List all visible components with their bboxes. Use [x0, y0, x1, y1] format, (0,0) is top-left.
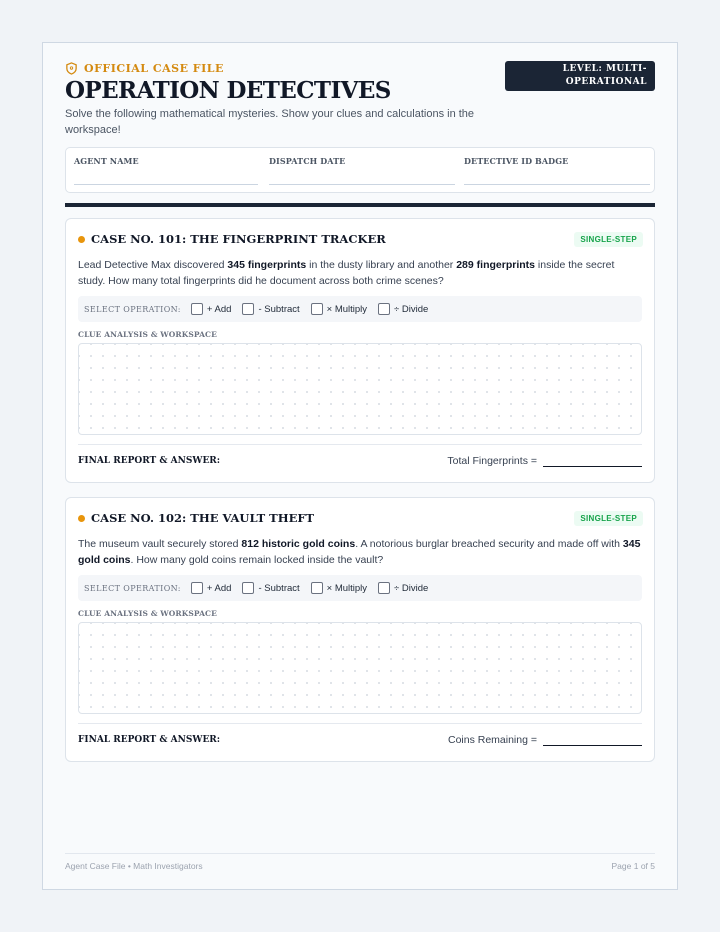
op-divide-label: ÷ Divide	[394, 303, 429, 315]
problem-text: The museum vault securely stored	[78, 538, 242, 550]
checkbox[interactable]	[242, 303, 255, 315]
problem-text: in the dusty library and another	[306, 259, 457, 271]
checkbox[interactable]	[378, 303, 391, 315]
case-card: CASE NO. 101: THE FINGERPRINT TRACKER SI…	[65, 218, 655, 483]
dispatch-date-label: DISPATCH DATE	[269, 156, 346, 166]
level-badge-line2: OPERATIONAL	[565, 77, 647, 87]
checkbox[interactable]	[310, 582, 323, 594]
case-file-eyebrow: OFFICIAL CASE FILE	[65, 62, 224, 75]
case-bullet-icon	[78, 235, 85, 243]
footer-divider	[65, 853, 655, 854]
case-title: CASE NO. 102: THE VAULT THEFT	[91, 511, 315, 525]
checkbox[interactable]	[190, 303, 203, 315]
operation-selector: SELECT OPERATION: + Add - Subtract × Mul…	[78, 296, 642, 322]
operation-selector: SELECT OPERATION: + Add - Subtract × Mul…	[78, 575, 642, 601]
agent-name-line[interactable]	[74, 184, 258, 185]
case-title: CASE NO. 101: THE FINGERPRINT TRACKER	[91, 232, 386, 246]
checkbox[interactable]	[242, 582, 255, 594]
worksheet-page: OFFICIAL CASE FILE OPERATION DETECTIVES …	[42, 42, 678, 890]
answer-label: Coins Remaining =	[447, 734, 537, 746]
problem-highlight: 345 fingerprints	[227, 259, 307, 271]
op-add-label: + Add	[206, 582, 232, 594]
detective-id-line[interactable]	[464, 184, 650, 185]
eyebrow-label: OFFICIAL CASE FILE	[84, 62, 224, 75]
answer-label: Total Fingerprints =	[447, 455, 537, 467]
case-heading: CASE NO. 102: THE VAULT THEFT	[78, 511, 314, 525]
problem-highlight: 289 fingerprints	[456, 259, 535, 271]
answer-field: Coins Remaining =	[448, 732, 642, 746]
op-multiply-label: × Multiply	[326, 303, 368, 315]
case-problem: Lead Detective Max discovered 345 finger…	[78, 257, 642, 289]
checkbox[interactable]	[310, 303, 323, 315]
case-heading: CASE NO. 101: THE FINGERPRINT TRACKER	[78, 232, 386, 246]
workspace-area[interactable]	[78, 622, 642, 714]
workspace-label: CLUE ANALYSIS & WORKSPACE	[78, 330, 217, 339]
detective-id-label: DETECTIVE ID BADGE	[464, 156, 569, 166]
op-divide[interactable]: ÷ Divide	[378, 582, 428, 594]
level-badge: LEVEL: MULTI- OPERATIONAL	[505, 61, 655, 91]
final-report-label: FINAL REPORT & ANSWER:	[78, 735, 221, 745]
page-number: Page 1 of 5	[611, 861, 655, 871]
final-separator	[78, 444, 642, 445]
operation-label: SELECT OPERATION:	[84, 304, 181, 314]
shield-icon	[66, 62, 77, 75]
op-multiply[interactable]: × Multiply	[310, 303, 368, 315]
operation-label: SELECT OPERATION:	[84, 583, 181, 593]
workspace-label: CLUE ANALYSIS & WORKSPACE	[78, 609, 217, 618]
page-subtitle: Solve the following mathematical mysteri…	[65, 108, 475, 136]
dispatch-date-field[interactable]: DISPATCH DATE	[269, 148, 455, 192]
op-multiply-label: × Multiply	[326, 582, 368, 594]
problem-text: . How many gold coins remain locked insi…	[130, 554, 384, 566]
op-subtract-label: - Subtract	[258, 582, 300, 594]
answer-blank[interactable]	[543, 732, 642, 746]
difficulty-tag: SINGLE-STEP	[574, 511, 643, 526]
workspace-area[interactable]	[78, 343, 642, 435]
problem-text: Lead Detective Max discovered	[78, 259, 228, 271]
op-add-label: + Add	[206, 303, 232, 315]
agent-name-label: AGENT NAME	[74, 156, 139, 166]
page-title: OPERATION DETECTIVES	[65, 77, 391, 104]
checkbox[interactable]	[378, 582, 391, 594]
op-add[interactable]: + Add	[190, 582, 232, 594]
op-divide-label: ÷ Divide	[394, 582, 429, 594]
answer-blank[interactable]	[543, 453, 642, 467]
op-subtract[interactable]: - Subtract	[242, 303, 300, 315]
checkbox[interactable]	[190, 582, 203, 594]
op-subtract[interactable]: - Subtract	[242, 582, 300, 594]
difficulty-tag: SINGLE-STEP	[574, 232, 643, 247]
header-divider	[65, 203, 655, 207]
case-card: CASE NO. 102: THE VAULT THEFT SINGLE-STE…	[65, 497, 655, 762]
op-multiply[interactable]: × Multiply	[310, 582, 368, 594]
case-bullet-icon	[78, 514, 85, 522]
answer-field: Total Fingerprints =	[447, 453, 642, 467]
case-problem: The museum vault securely stored 812 his…	[78, 536, 642, 568]
agent-name-field[interactable]: AGENT NAME	[74, 148, 258, 192]
final-separator	[78, 723, 642, 724]
dispatch-date-line[interactable]	[269, 184, 455, 185]
footer-caption: Agent Case File • Math Investigators	[65, 861, 203, 871]
problem-text: . A notorious burglar breached security …	[355, 538, 623, 550]
agent-info-box: AGENT NAME DISPATCH DATE DETECTIVE ID BA…	[65, 147, 655, 193]
final-report-label: FINAL REPORT & ANSWER:	[78, 456, 221, 466]
level-badge-line1: LEVEL: MULTI-	[562, 64, 647, 74]
problem-highlight: 812 historic gold coins	[241, 538, 356, 550]
op-subtract-label: - Subtract	[258, 303, 300, 315]
op-add[interactable]: + Add	[190, 303, 232, 315]
op-divide[interactable]: ÷ Divide	[378, 303, 428, 315]
detective-id-field[interactable]: DETECTIVE ID BADGE	[464, 148, 650, 192]
